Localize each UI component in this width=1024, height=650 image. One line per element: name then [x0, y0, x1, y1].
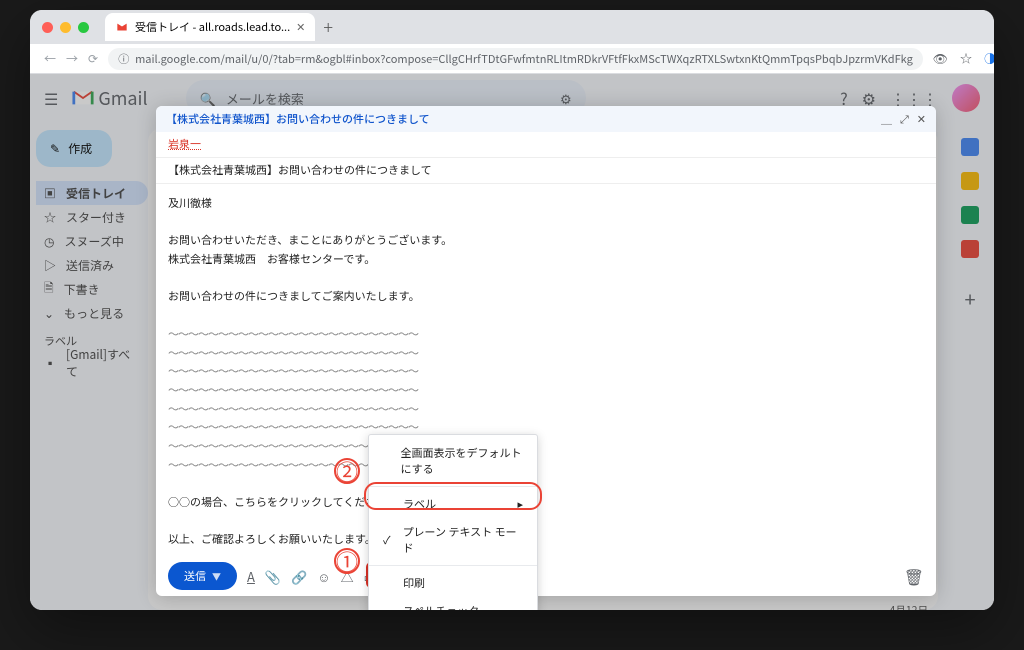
back-button[interactable]: ←	[44, 50, 56, 67]
body-line: ～～～～～～～～～～～～～～～～～～～～～～～～～	[168, 437, 924, 456]
emoji-icon[interactable]: ☺	[317, 567, 330, 586]
star-icon[interactable]: ☆	[960, 50, 972, 67]
compose-title: 【株式会社青葉城西】お問い合わせの件につきまして	[166, 111, 430, 127]
reload-button[interactable]: ⟳	[88, 50, 98, 67]
body-line: 及川徹様	[168, 194, 924, 213]
new-tab-button[interactable]: +	[323, 14, 333, 40]
traffic-lights	[42, 22, 89, 33]
body-line: ○○の場合、こちらをクリックしてください。	[168, 493, 924, 512]
subject-field[interactable]: 【株式会社青葉城西】お問い合わせの件につきまして	[156, 158, 936, 184]
body-line: ～～～～～～～～～～～～～～～～～～～～～～～～～	[168, 344, 924, 363]
check-icon: ✓	[383, 532, 395, 548]
body-line: ～～～～～～～～～～～～～～～～～～～～～～～～～	[168, 418, 924, 437]
body-line: ～～～～～～～～～～～～～～～～～～～～～～～～～	[168, 362, 924, 381]
popout-compose-icon[interactable]: ⤢	[900, 111, 909, 127]
body-line: ～～～～～～～～～～～～～～～～～～～～～～～～～	[168, 400, 924, 419]
browser-tab[interactable]: 受信トレイ - all.roads.lead.to... ✕	[105, 13, 315, 41]
forward-button[interactable]: →	[66, 50, 78, 67]
gmail-favicon-icon	[115, 20, 129, 34]
callout-one: ①	[334, 548, 360, 574]
callout-two: ②	[334, 458, 360, 484]
menu-item-plain-text[interactable]: ✓プレーン テキスト モード	[369, 518, 537, 562]
compose-body[interactable]: 及川徹様 お問い合わせいただき、まことにありがとうございます。 株式会社青葉城西…	[156, 184, 936, 556]
format-icon[interactable]: A	[247, 567, 255, 586]
menu-item-default-fullscreen[interactable]: 全画面表示をデフォルトにする	[369, 439, 537, 483]
menu-separator	[369, 565, 537, 566]
menu-item-print[interactable]: 印刷	[369, 569, 537, 597]
send-button[interactable]: 送信 ▼	[168, 562, 237, 590]
body-line: お問い合わせの件につきましてご案内いたします。	[168, 287, 924, 306]
browser-tabstrip: 受信トレイ - all.roads.lead.to... ✕ +	[30, 10, 994, 44]
discard-draft-icon[interactable]: 🗑	[904, 564, 924, 588]
menu-item-spellcheck[interactable]: スペルチェック	[369, 597, 537, 610]
site-info-icon[interactable]: ⓘ	[118, 51, 129, 67]
address-bar-row: ← → ⟳ ⓘ mail.google.com/mail/u/0/?tab=rm…	[30, 44, 994, 74]
annotation-highlight-plain-text	[364, 482, 542, 510]
close-window-icon[interactable]	[42, 22, 53, 33]
body-line: ～～～～～～～～～～～～～～～～～～～～～～～～～	[168, 325, 924, 344]
close-tab-icon[interactable]: ✕	[296, 19, 305, 35]
minimize-compose-icon[interactable]: ＿	[881, 111, 892, 127]
body-line: お問い合わせいただき、まことにありがとうございます。	[168, 231, 924, 250]
body-line: ～～～～～～～～～～～～～～～～～～～～～～～～～	[168, 381, 924, 400]
attach-icon[interactable]: 📎	[265, 567, 281, 586]
link-icon[interactable]: 🔗	[291, 567, 307, 586]
compose-window: 【株式会社青葉城西】お問い合わせの件につきまして ＿ ⤢ ✕ 岩泉一 【株式会社…	[156, 106, 936, 596]
compose-toolbar: 送信 ▼ A 📎 🔗 ☺ △ ▭ 🔒 ✎ ⋮ 🗑	[156, 556, 936, 596]
url-field[interactable]: ⓘ mail.google.com/mail/u/0/?tab=rm&ogbl#…	[108, 48, 923, 70]
tab-title: 受信トレイ - all.roads.lead.to...	[135, 19, 290, 35]
body-line: 以上、ご確認よろしくお願いいたします。	[168, 530, 924, 549]
compose-header[interactable]: 【株式会社青葉城西】お問い合わせの件につきまして ＿ ⤢ ✕	[156, 106, 936, 132]
body-line: ～～～～～～～～～～～～～～～～～～～～～～～～～	[168, 456, 924, 475]
minimize-window-icon[interactable]	[60, 22, 71, 33]
more-options-menu: 全画面表示をデフォルトにする ラベル▸ ✓プレーン テキスト モード 印刷 スペ…	[368, 434, 538, 610]
url-text: mail.google.com/mail/u/0/?tab=rm&ogbl#in…	[135, 51, 913, 67]
maximize-window-icon[interactable]	[78, 22, 89, 33]
close-compose-icon[interactable]: ✕	[917, 111, 926, 127]
to-field[interactable]: 岩泉一	[156, 132, 936, 158]
body-line: 株式会社青葉城西 お客様センターです。	[168, 250, 924, 269]
send-options-icon[interactable]: ▼	[212, 570, 221, 583]
extension-icon[interactable]: ◑	[984, 50, 994, 67]
eye-icon[interactable]: 👁	[933, 50, 948, 67]
